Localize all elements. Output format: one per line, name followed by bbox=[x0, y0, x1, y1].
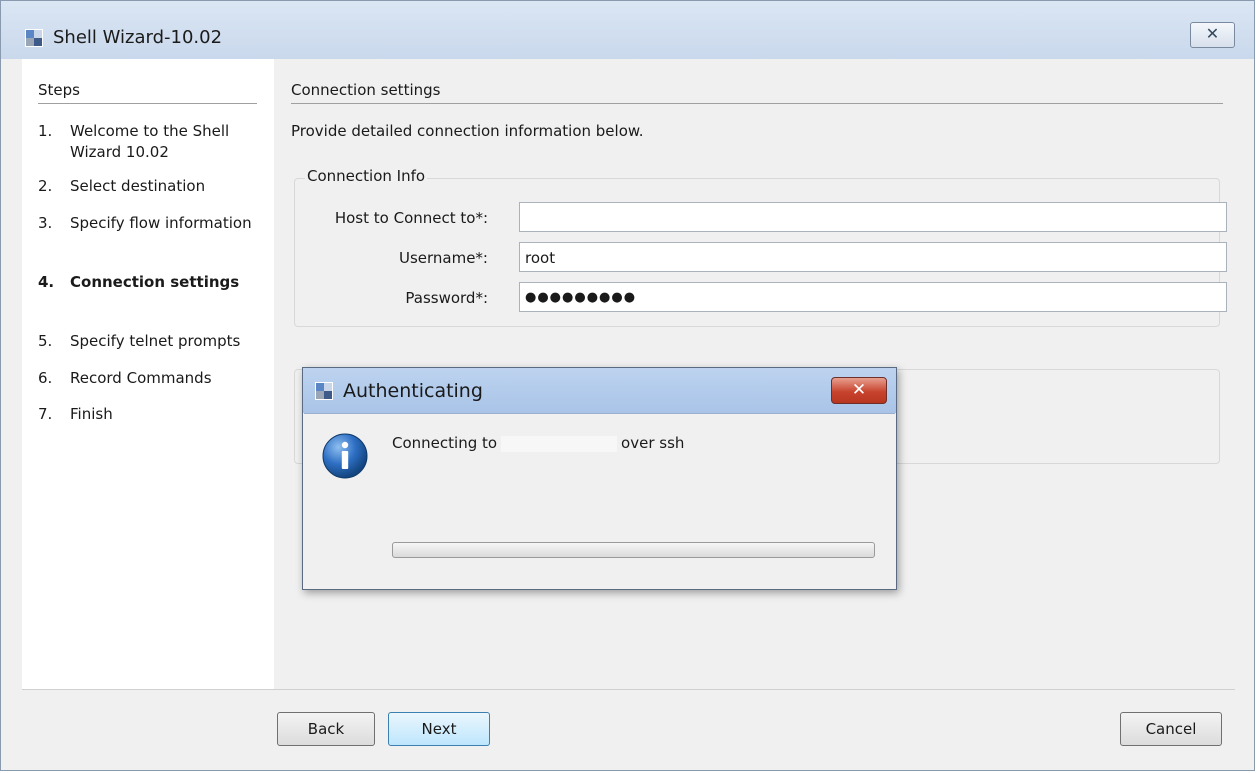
host-placeholder bbox=[501, 435, 618, 452]
step-number: 6. bbox=[38, 369, 53, 387]
step-number: 3. bbox=[38, 214, 53, 232]
password-input[interactable]: ●●●●●●●●● bbox=[519, 282, 1227, 312]
dialog-titlebar: Authenticating ✕ bbox=[303, 368, 896, 413]
window-title: Shell Wizard-10.02 bbox=[53, 27, 223, 48]
username-input[interactable]: root bbox=[519, 242, 1227, 272]
step-label: Select destination bbox=[70, 177, 206, 195]
back-button[interactable]: Back bbox=[277, 712, 375, 746]
step-number: 1. bbox=[38, 122, 53, 140]
close-icon: ✕ bbox=[1205, 24, 1220, 43]
dialog-close-button[interactable]: ✕ bbox=[831, 377, 887, 404]
step-number: 5. bbox=[38, 332, 53, 350]
steps-panel: Steps 1. Welcome to the Shell Wizard 10.… bbox=[22, 59, 274, 689]
window-titlebar: Shell Wizard-10.02 ✕ bbox=[1, 1, 1254, 59]
dialog-message: Connecting to over ssh bbox=[392, 434, 684, 452]
app-icon bbox=[25, 29, 43, 47]
message-prefix: Connecting to bbox=[392, 434, 498, 452]
window-close-button[interactable]: ✕ bbox=[1190, 22, 1235, 48]
dialog-body: Connecting to over ssh bbox=[304, 413, 895, 588]
close-icon: ✕ bbox=[851, 380, 867, 400]
dialog-title: Authenticating bbox=[343, 380, 483, 402]
step-label: Finish bbox=[70, 405, 113, 423]
progress-bar bbox=[392, 542, 875, 558]
section-header: Connection settings bbox=[291, 81, 1223, 104]
cancel-button[interactable]: Cancel bbox=[1120, 712, 1222, 746]
steps-header: Steps bbox=[38, 81, 257, 104]
message-suffix: over ssh bbox=[621, 434, 685, 452]
step-label: Specify telnet prompts bbox=[70, 332, 241, 350]
section-description: Provide detailed connection information … bbox=[291, 122, 644, 140]
next-button[interactable]: Next bbox=[388, 712, 490, 746]
step-label: Connection settings bbox=[70, 273, 240, 291]
group-title: Connection Info bbox=[305, 167, 428, 185]
step-label: Record Commands bbox=[70, 369, 212, 387]
step-number: 7. bbox=[38, 405, 53, 423]
password-label: Password*: bbox=[405, 289, 488, 307]
host-input[interactable] bbox=[519, 202, 1227, 232]
authenticating-dialog: Authenticating ✕ Connecting to over ssh bbox=[302, 367, 897, 590]
footer-divider bbox=[22, 689, 1235, 690]
app-icon bbox=[315, 382, 333, 400]
step-number: 2. bbox=[38, 177, 53, 195]
username-label: Username*: bbox=[398, 249, 488, 267]
host-label: Host to Connect to*: bbox=[334, 209, 488, 227]
connection-info-group: Connection Info Host to Connect to*: Use… bbox=[294, 167, 1227, 327]
info-icon bbox=[322, 433, 368, 479]
step-number: 4. bbox=[38, 273, 55, 291]
step-label: Specify flow information bbox=[70, 214, 252, 232]
step-label: Welcome to the Shell Wizard 10.02 bbox=[70, 122, 230, 161]
